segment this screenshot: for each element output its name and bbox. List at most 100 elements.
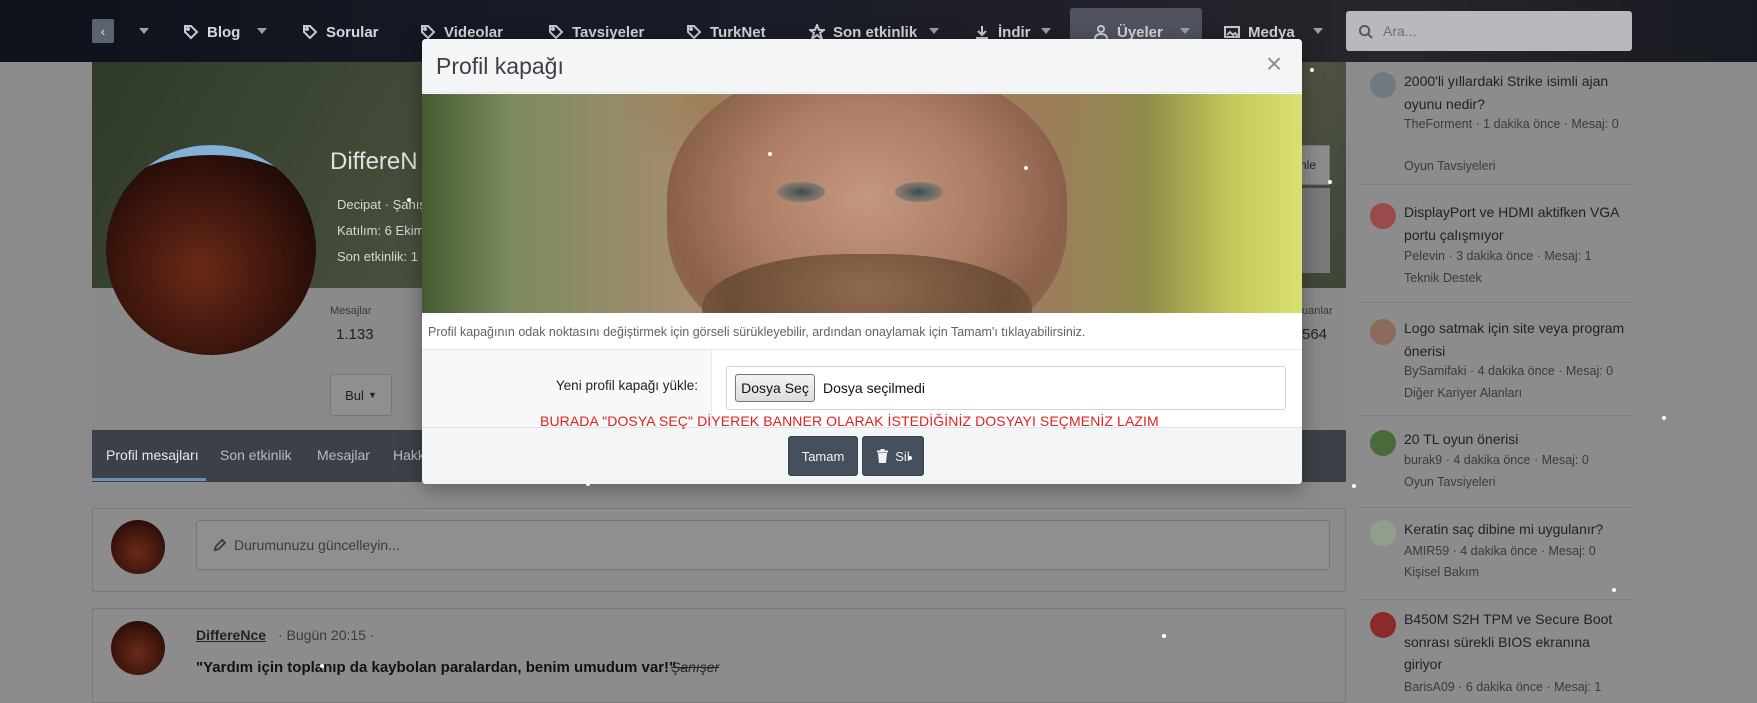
chevron-down-icon[interactable] <box>1313 28 1323 34</box>
upload-label: Yeni profil kapağı yükle: <box>555 378 698 393</box>
stat-messages-label: Mesajlar <box>330 305 372 317</box>
chevron-down-icon[interactable] <box>1180 28 1190 34</box>
sidebar-thread-item[interactable]: DisplayPort ve HDMI aktifken VGA portu ç… <box>1358 185 1632 303</box>
tab-profil-mesajlari[interactable]: Profil mesajları <box>106 447 199 463</box>
thread-forum[interactable]: Oyun Tavsiyeleri <box>1404 475 1495 489</box>
thread-forum[interactable]: Oyun Tavsiyeleri <box>1404 159 1495 173</box>
delete-button[interactable]: Sil <box>862 436 924 476</box>
avatar[interactable] <box>1370 72 1396 98</box>
snow-particle <box>1662 416 1666 420</box>
thread-title[interactable]: B450M S2H TPM ve Secure Boot sonrası sür… <box>1404 608 1626 676</box>
post-meta: · Bugün 20:15 · <box>278 627 375 643</box>
snow-particle <box>768 152 772 156</box>
profile-last-activity: Son etkinlik: 1 <box>337 249 418 264</box>
thread-title[interactable]: DisplayPort ve HDMI aktifken VGA portu ç… <box>1404 201 1626 246</box>
tag-icon <box>184 25 199 40</box>
post-username[interactable]: DiffereNce <box>196 627 266 643</box>
nav-item-label: Üyeler <box>1117 23 1163 41</box>
search-input[interactable]: Ara... <box>1346 11 1632 51</box>
status-input[interactable]: Durumunuzu güncelleyin... <box>196 520 1330 570</box>
nav-item-label: Videolar <box>444 23 503 41</box>
chevron-down-icon[interactable] <box>929 28 939 34</box>
snow-particle <box>586 482 590 486</box>
user-icon <box>1094 25 1108 40</box>
sidebar-thread-item[interactable]: B450M S2H TPM ve Secure Boot sonrası sür… <box>1358 600 1632 703</box>
profile-avatar[interactable] <box>106 145 316 355</box>
tab-mesajlar[interactable]: Mesajlar <box>317 447 370 463</box>
download-icon <box>976 26 988 39</box>
nav-item-label: İndir <box>998 23 1031 41</box>
thread-meta: Pelevin · 3 dakika önce · Mesaj: 1 <box>1404 249 1592 263</box>
thread-title[interactable]: Logo satmak için site veya program öneri… <box>1404 317 1626 362</box>
sidebar-thread-item[interactable]: Logo satmak için site veya program öneri… <box>1358 303 1632 416</box>
thread-meta: burak9 · 4 dakika önce · Mesaj: 0 <box>1404 453 1589 467</box>
post-avatar[interactable] <box>111 621 165 675</box>
thread-meta: TheForment · 1 dakika önce · Mesaj: 0 <box>1404 117 1619 131</box>
avatar[interactable] <box>111 520 165 574</box>
sidebar-thread-item[interactable]: 2000'li yıllardaki Strike isimli ajan oy… <box>1358 62 1632 185</box>
dialog-header: Profil kapağı × <box>422 39 1302 93</box>
tab-hakkinda[interactable]: Hakk <box>393 447 425 463</box>
find-button[interactable]: Bul ▼ <box>330 374 392 416</box>
tag-icon <box>549 25 564 40</box>
thread-meta: BarisA09 · 6 dakika önce · Mesaj: 1 <box>1404 680 1602 694</box>
tag-icon <box>421 25 436 40</box>
stat-messages-value: 1.133 <box>336 326 374 343</box>
sidebar-thread-item[interactable]: 20 TL oyun önerisi burak9 · 4 dakika önc… <box>1358 416 1632 508</box>
nav-item-sorular[interactable]: Sorular <box>302 22 379 42</box>
nav-item-label: Tavsiyeler <box>572 23 645 41</box>
image-icon <box>1224 26 1240 38</box>
snow-particle <box>1352 484 1356 488</box>
profile-joined: Katılım: 6 Ekim <box>337 223 425 238</box>
choose-file-button[interactable]: Dosya Seç <box>735 374 815 402</box>
dialog-footer: Tamam Sil <box>422 427 1302 484</box>
nav-item-label: Blog <box>207 23 241 41</box>
avatar[interactable] <box>1370 430 1396 456</box>
tag-icon <box>303 25 318 40</box>
thread-meta: AMIR59 · 4 dakika önce · Mesaj: 0 <box>1404 544 1596 558</box>
avatar[interactable] <box>1370 520 1396 546</box>
ok-button[interactable]: Tamam <box>788 436 858 476</box>
nav-item-blog[interactable]: Blog <box>183 22 240 42</box>
snow-particle <box>1024 166 1028 170</box>
nav-item-label: Medya <box>1248 23 1295 41</box>
thread-title[interactable]: 2000'li yıllardaki Strike isimli ajan oy… <box>1404 70 1626 115</box>
thread-forum[interactable]: Kişisel Bakım <box>1404 565 1479 579</box>
snow-particle <box>908 456 912 460</box>
thread-title[interactable]: 20 TL oyun önerisi <box>1404 428 1626 451</box>
thread-title[interactable]: Keratin saç dibine mi uygulanır? <box>1404 518 1626 541</box>
tab-son-etkinlik[interactable]: Son etkinlik <box>220 447 292 463</box>
snow-particle <box>1612 588 1616 592</box>
search-icon <box>1358 24 1373 39</box>
find-button-label: Bul <box>345 387 364 403</box>
post-quote: "Yardım için toplanıp da kaybolan parala… <box>196 659 686 676</box>
chevron-down-icon[interactable] <box>257 28 267 34</box>
thread-forum[interactable]: Diğer Kariyer Alanları <box>1404 386 1522 400</box>
profile-name: DiffereN <box>330 148 418 175</box>
trash-icon <box>877 449 889 463</box>
sidebar-thread-item[interactable]: Keratin saç dibine mi uygulanır? AMIR59 … <box>1358 508 1632 600</box>
avatar[interactable] <box>1370 612 1396 638</box>
active-tab-indicator <box>92 478 206 481</box>
stat-reactions-value: 564 <box>1302 326 1328 343</box>
file-status: Dosya seçilmedi <box>823 380 925 396</box>
snow-particle <box>1310 68 1314 72</box>
avatar[interactable] <box>1370 203 1396 229</box>
snow-particle <box>407 198 411 202</box>
upload-warning-text: BURADA "DOSYA SEÇ" DİYEREK BANNER OLARAK… <box>540 413 1159 429</box>
cover-image-preview[interactable] <box>422 94 1302 313</box>
profile-title: Decipat · Şanış <box>337 197 426 212</box>
close-icon[interactable]: × <box>1260 50 1288 79</box>
caret-down-icon: ▼ <box>367 390 377 400</box>
snow-particle <box>1328 180 1332 184</box>
search-placeholder: Ara... <box>1383 23 1417 39</box>
nav-item-label: Son etkinlik <box>833 23 918 41</box>
avatar[interactable] <box>1370 319 1396 345</box>
chevron-down-icon[interactable] <box>139 28 149 34</box>
thread-forum[interactable]: Teknik Destek <box>1404 271 1482 285</box>
chevron-down-icon[interactable] <box>1041 28 1051 34</box>
file-input[interactable]: Dosya Seç Dosya seçilmedi <box>726 366 1286 410</box>
nav-back-button[interactable]: ‹ <box>92 19 114 43</box>
cover-hint-text: Profil kapağının odak noktasını değiştir… <box>428 325 1086 339</box>
pencil-icon <box>213 538 226 551</box>
